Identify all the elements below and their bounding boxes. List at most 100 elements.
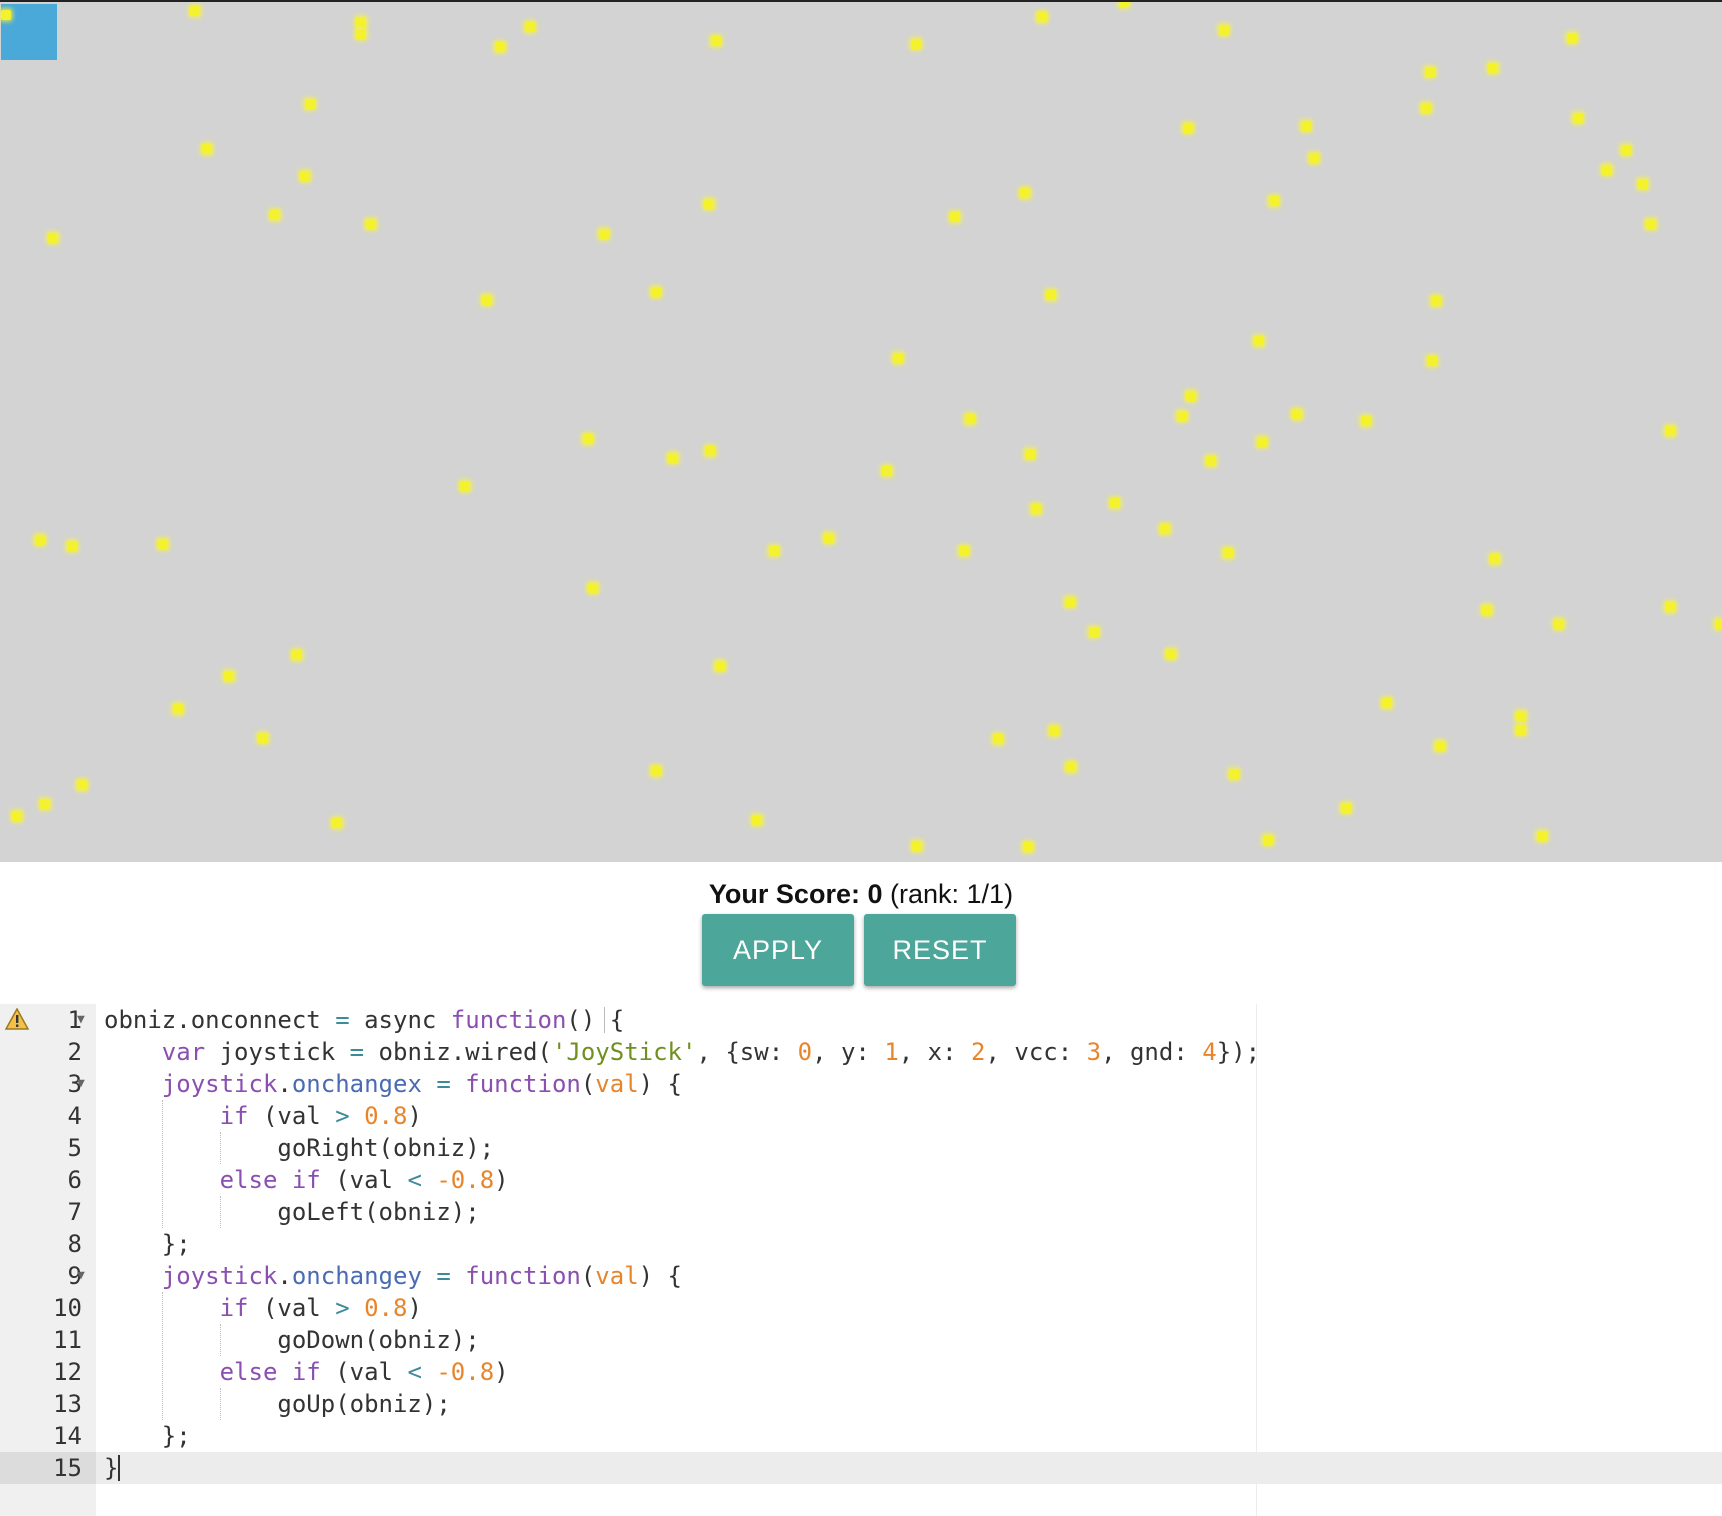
coin-dot <box>1186 391 1196 401</box>
coin-dot <box>1183 123 1193 133</box>
coin-dot <box>1089 627 1099 637</box>
code-line[interactable]: 11 goDown(obniz); <box>0 1324 1722 1356</box>
code-line[interactable]: 14 }; <box>0 1420 1722 1452</box>
coin-dot <box>35 535 45 545</box>
code-text: } <box>104 1454 119 1482</box>
coin-dot <box>305 99 315 109</box>
coin-dot <box>1257 437 1267 447</box>
code-text: joystick.onchangex = function(val) { <box>161 1070 683 1098</box>
coin-dot <box>1554 619 1564 629</box>
coin-dot <box>1206 456 1216 466</box>
code-line[interactable]: 13 goUp(obniz); <box>0 1388 1722 1420</box>
code-text: var joystick = obniz.wired('JoyStick', {… <box>161 1038 1261 1066</box>
coin-dot <box>1046 290 1056 300</box>
coin-dot <box>173 704 183 714</box>
code-text: else if (val < -0.8) <box>219 1166 509 1194</box>
coin-dot <box>705 446 715 456</box>
line-number: 8 <box>67 1230 82 1258</box>
code-text: goLeft(obniz); <box>104 1198 480 1226</box>
coin-dot <box>882 466 892 476</box>
code-line[interactable]: 1 ▼ obniz.onconnect = async function() { <box>0 1004 1722 1036</box>
coin-dot <box>460 481 470 491</box>
coin-dot <box>525 22 535 32</box>
code-line[interactable]: 4 if (val > 0.8) <box>0 1100 1722 1132</box>
coin-dot <box>356 17 366 27</box>
code-text: obniz.onconnect = async function() { <box>104 1006 625 1034</box>
coin-dot <box>824 533 834 543</box>
coin-dot <box>1621 145 1631 155</box>
indent-guide <box>162 1100 163 1228</box>
coin-dot <box>911 39 921 49</box>
code-line-active[interactable]: 15 } <box>0 1452 1722 1484</box>
coin-dot <box>1382 698 1392 708</box>
coin-dot <box>258 733 268 743</box>
code-line[interactable]: 9 ▼ joystick.onchangey = function(val) { <box>0 1260 1722 1292</box>
coin-dot <box>1177 411 1187 421</box>
code-text: joystick.onchangey = function(val) { <box>161 1262 683 1290</box>
coin-dot <box>1166 649 1176 659</box>
code-text: goUp(obniz); <box>104 1390 451 1418</box>
coin-dot <box>1025 449 1035 459</box>
coin-dot <box>158 539 168 549</box>
coin-dot <box>1031 504 1041 514</box>
coin-dot <box>1638 179 1648 189</box>
code-line[interactable]: 8 }; <box>0 1228 1722 1260</box>
code-text: goDown(obniz); <box>104 1326 480 1354</box>
coin-dot <box>1301 121 1311 131</box>
coin-dot <box>893 353 903 363</box>
fold-arrow-icon[interactable]: ▼ <box>77 1260 85 1292</box>
line-number: 4 <box>67 1102 82 1130</box>
code-line[interactable]: 7 goLeft(obniz); <box>0 1196 1722 1228</box>
coin-dot <box>1425 67 1435 77</box>
line-number: 11 <box>53 1326 82 1354</box>
coin-dot <box>1049 726 1059 736</box>
coin-dot <box>599 229 609 239</box>
indent-guide <box>220 1196 221 1228</box>
coin-dot <box>1 10 11 20</box>
coin-dot <box>704 199 714 209</box>
coin-dot <box>1023 842 1033 852</box>
coin-dot <box>1219 25 1229 35</box>
code-line[interactable]: 12 else if (val < -0.8) <box>0 1356 1722 1388</box>
coin-dot <box>1223 548 1233 558</box>
code-line[interactable]: 6 else if (val < -0.8) <box>0 1164 1722 1196</box>
line-number: 14 <box>53 1422 82 1450</box>
line-number: 10 <box>53 1294 82 1322</box>
code-line[interactable]: 10 if (val > 0.8) <box>0 1292 1722 1324</box>
code-text: else if (val < -0.8) <box>219 1358 509 1386</box>
fold-arrow-icon[interactable]: ▼ <box>77 1004 85 1036</box>
coin-dot <box>495 42 505 52</box>
coin-dot <box>1269 196 1279 206</box>
code-line[interactable]: 2 var joystick = obniz.wired('JoyStick',… <box>0 1036 1722 1068</box>
code-line[interactable]: 3 ▼ joystick.onchangex = function(val) { <box>0 1068 1722 1100</box>
line-number: 7 <box>67 1198 82 1226</box>
line-number: 2 <box>67 1038 82 1066</box>
coin-dot <box>1421 103 1431 113</box>
line-number: 15 <box>0 1452 96 1484</box>
coin-dot <box>1341 803 1351 813</box>
coin-dot <box>366 219 376 229</box>
coin-dot <box>190 6 200 16</box>
line-number: 12 <box>53 1358 82 1386</box>
code-editor[interactable]: 1 ▼ obniz.onconnect = async function() {… <box>0 1004 1722 1516</box>
coin-dot <box>993 734 1003 744</box>
apply-button[interactable]: APPLY <box>702 914 854 986</box>
coin-dot <box>1537 831 1547 841</box>
reset-button[interactable]: RESET <box>864 914 1016 986</box>
coin-dot <box>1488 63 1498 73</box>
code-text: }; <box>104 1422 191 1450</box>
coin-dot <box>1567 33 1577 43</box>
coin-dot <box>1646 219 1656 229</box>
coin-dot <box>300 171 310 181</box>
coin-dot <box>588 583 598 593</box>
coin-dot <box>1263 835 1273 845</box>
text-cursor <box>118 1455 120 1481</box>
coin-dot <box>1066 762 1076 772</box>
coin-dot <box>1435 741 1445 751</box>
coin-dot <box>482 295 492 305</box>
fold-arrow-icon[interactable]: ▼ <box>77 1068 85 1100</box>
code-line[interactable]: 5 goRight(obniz); <box>0 1132 1722 1164</box>
coin-dot <box>1229 769 1239 779</box>
coin-dot <box>1665 602 1675 612</box>
bracket-highlight <box>604 1007 605 1033</box>
